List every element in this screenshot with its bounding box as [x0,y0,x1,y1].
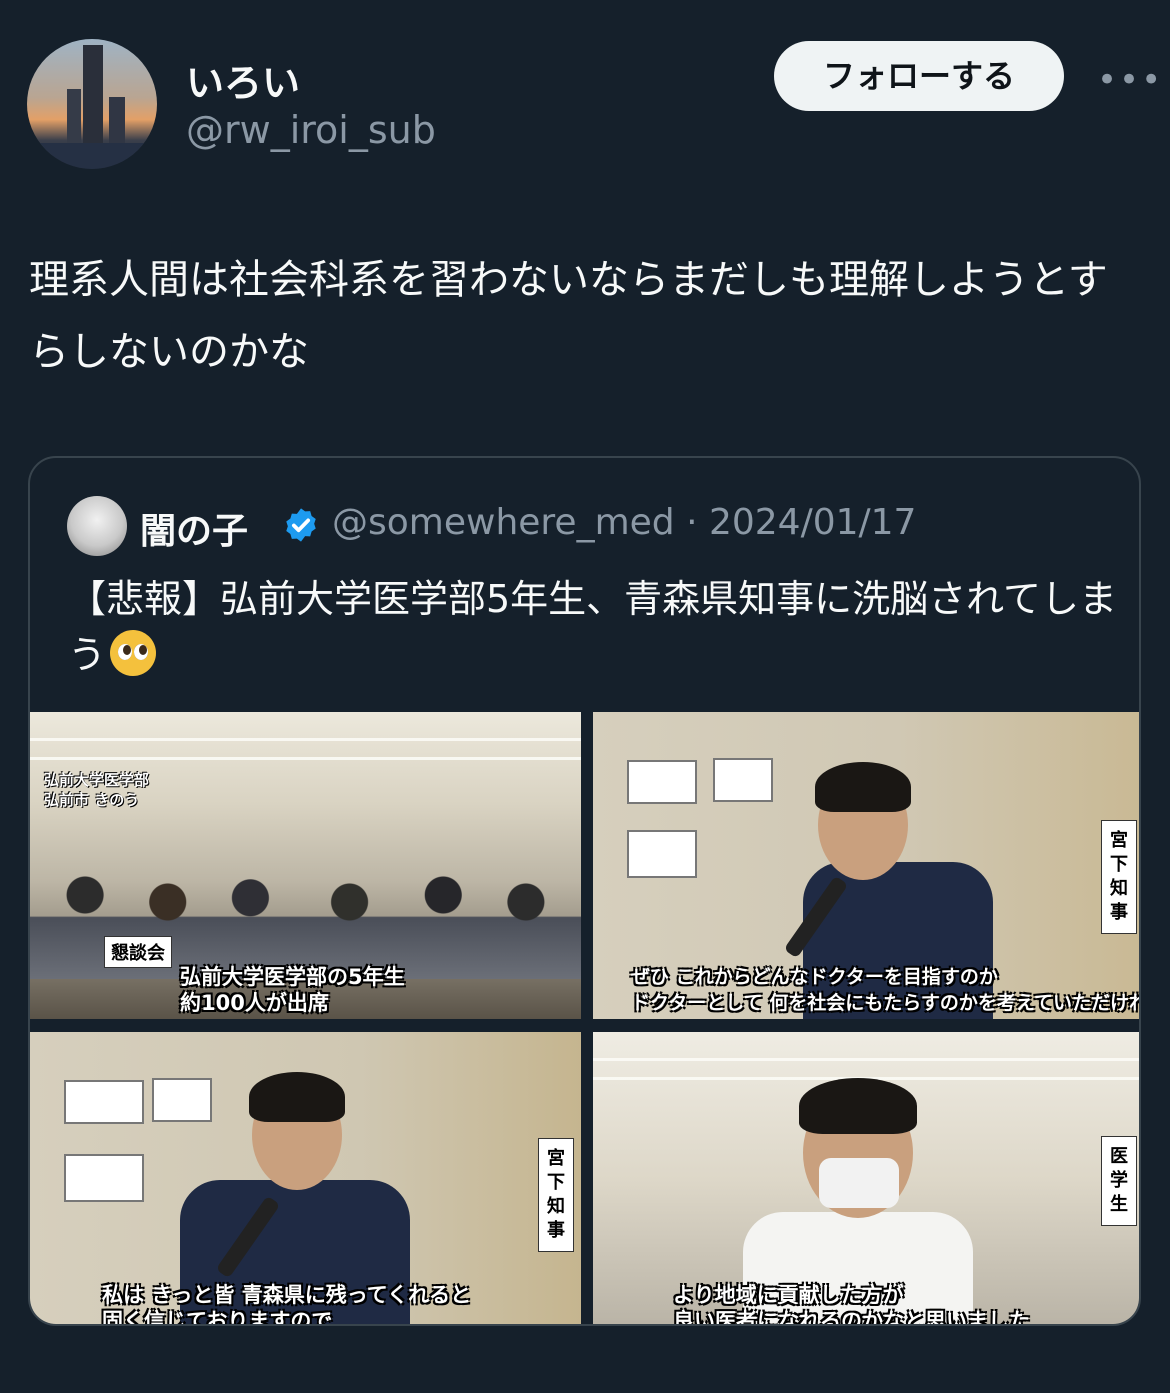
avatar-tower [83,45,103,155]
ceiling-lights [30,722,581,762]
more-horizontal-icon[interactable]: ••• [1097,60,1163,100]
subtitle-line-1: 弘前大学医学部の5年生 [180,965,405,989]
speaker-hair [249,1072,345,1122]
user-handle[interactable]: @rw_iroi_sub [186,108,436,152]
media-image-1[interactable]: 弘前大学医学部 弘前市 きのう 懇談会 弘前大学医学部の5年生 約100人が出席 [30,712,581,1019]
location-caption: 弘前大学医学部 [44,771,150,789]
verified-badge-icon [286,508,316,542]
face-mask [819,1158,899,1208]
speaker-hair [815,762,911,812]
quote-avatar[interactable] [67,496,127,556]
date-caption: 弘前市 きのう [44,791,140,809]
quote-text: 【悲報】弘前大学医学部5年生、青森県知事に洗脳されてしまう [68,571,1118,683]
media-image-4[interactable]: 医学生 より地域に貢献した方が 良い医者になれるのかなと思いました [593,1032,1139,1326]
quote-handle-date: @somewhere_med · 2024/01/17 [332,502,917,543]
wall-panel [64,1080,144,1124]
subtitle-line-1: ぜひ これからどんなドクターを目指すのか [631,966,998,988]
quoted-tweet[interactable]: 闇の子 @somewhere_med · 2024/01/17 【悲報】弘前大学… [28,456,1141,1326]
event-tag: 懇談会 [104,936,172,968]
subtitle-line-2: ドクターとして 何を社会にもたらすのかを考えていただければ [631,992,1141,1014]
subtitle-line-1: より地域に貢献した方が [673,1283,904,1307]
wall-panel [152,1078,212,1122]
wall-panel [627,830,697,878]
quote-text-content: 【悲報】弘前大学医学部5年生、青森県知事に洗脳されてしまう [68,577,1118,677]
display-name[interactable]: いろい [186,52,300,107]
avatar[interactable] [27,39,157,169]
speaker-name-tag: 宮下知事 [538,1138,574,1252]
pleading-face-emoji [110,630,157,676]
speaker-name-tag: 医学生 [1101,1136,1137,1226]
ceiling-lights [593,1042,1139,1082]
follow-button[interactable]: フォローする [774,41,1064,111]
avatar-water [27,143,157,169]
quote-display-name[interactable]: 闇の子 [140,502,248,554]
subtitle-line-2: 固く信じておりますので [102,1309,333,1326]
wall-panel [627,760,697,804]
subtitle-line-2: 良い医者になれるのかなと思いました [673,1309,1030,1326]
media-image-3[interactable]: 宮下知事 私は きっと皆 青森県に残ってくれると 固く信じておりますので [30,1032,581,1326]
wall-panel [713,758,773,802]
wall-panel [64,1154,144,1202]
subtitle-line-2: 約100人が出席 [180,991,329,1015]
student-hair [799,1078,917,1134]
tweet-text: 理系人間は社会科系を習わないならまだしも理解しようとすらしないのかな [29,257,1108,375]
speaker-name-tag: 宮下知事 [1101,820,1137,934]
media-image-2[interactable]: 宮下知事 ぜひ これからどんなドクターを目指すのか ドクターとして 何を社会にも… [593,712,1141,1019]
subtitle-line-1: 私は きっと皆 青森県に残ってくれると [102,1283,472,1307]
